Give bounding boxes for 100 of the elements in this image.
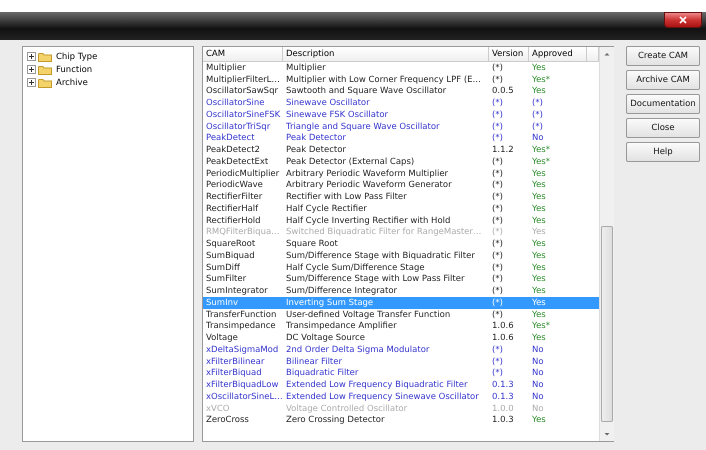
close-icon xyxy=(679,16,687,24)
table-cell-text: Peak Detector xyxy=(285,145,347,156)
table-cell-text: (*) xyxy=(491,110,504,120)
table-cell-text: SumBiquad xyxy=(205,250,256,261)
table-cell-text: (*) xyxy=(531,110,544,120)
table-row[interactable]: Multiplier Multiplier (*) Yes xyxy=(203,62,599,74)
dialog-button[interactable]: Create CAM xyxy=(626,46,700,66)
table-cell-text: Half Cycle Inverting Rectifier with Hold xyxy=(285,216,452,226)
table-row[interactable]: RectifierHold Half Cycle Inverting Rectifier with Hold (*) Yes xyxy=(203,214,599,226)
scrollbar[interactable] xyxy=(599,47,614,441)
table-row[interactable]: OscillatorSine Sinewave Oscillator (*) (*) xyxy=(203,97,599,109)
table-cell-text: No xyxy=(531,344,545,355)
table-cell-text: Yes xyxy=(531,62,547,73)
table-cell-text: Extended Low Frequency Biquadratic Filter xyxy=(285,380,469,390)
table-cell-text: Yes xyxy=(531,310,547,320)
table-row[interactable]: xFilterBiquadLow Extended Low Frequency Biquadratic Filter 0.1.3 No xyxy=(203,379,599,391)
table-cell-text: Rectifier with Low Pass Filter xyxy=(285,192,408,202)
dialog-button[interactable]: Close xyxy=(626,118,700,138)
table-cell-text: (*) xyxy=(491,274,504,284)
dialog-button[interactable]: Help xyxy=(626,142,700,162)
table-row[interactable]: SumBiquad Sum/Difference Stage with Biquadratic Filter (*) Yes xyxy=(203,250,599,262)
table-cell-text: (*) xyxy=(491,122,504,132)
expand-icon[interactable] xyxy=(27,78,36,87)
table-cell-text: (*) xyxy=(491,98,504,108)
table-cell-text: (*) xyxy=(491,74,504,85)
table-row[interactable]: PeriodicMultiplier Arbitrary Periodic Waveform Multiplier (*) Yes xyxy=(203,168,599,180)
table-row[interactable]: Voltage DC Voltage Source 1.0.6 Yes xyxy=(203,332,599,344)
table-cell-text: Yes xyxy=(531,180,547,190)
table-cell-text: Square Root xyxy=(285,239,339,250)
table-cell-text: (*) xyxy=(491,62,504,73)
column-header[interactable]: CAM xyxy=(203,47,283,61)
table-row[interactable]: ZeroCross Zero Crossing Detector 1.0.3 Yes xyxy=(203,414,599,426)
table-cell-text: (*) xyxy=(491,344,504,355)
table-cell-text: (*) xyxy=(491,180,504,190)
table-cell-text: Yes* xyxy=(531,321,551,332)
table-cell-text: No xyxy=(531,380,545,390)
table-row[interactable]: PeakDetectExt Peak Detector (External Caps) (*) Yes* xyxy=(203,156,599,168)
table-cell-text: Multiplier with Low Corner Frequency LPF (E… xyxy=(285,74,482,85)
column-header[interactable]: Approved xyxy=(529,47,587,61)
table-cell-text: Yes xyxy=(531,216,547,226)
table-row[interactable]: SumIntegrator Sum/Difference Integrator (*) Yes xyxy=(203,285,599,297)
column-header[interactable]: Version xyxy=(489,47,529,61)
scroll-thumb[interactable] xyxy=(601,226,613,422)
table-cell-text: Sinewave FSK Oscillator xyxy=(285,110,390,120)
tree-item[interactable]: Archive xyxy=(54,78,88,88)
dialog-button[interactable]: Documentation xyxy=(626,94,700,114)
table-cell-text: 1.1.2 xyxy=(491,145,515,156)
table-cell-text: SumFilter xyxy=(205,274,248,284)
table-row[interactable]: SumFilter Sum/Difference Stage with Low Pass Filter (*) Yes xyxy=(203,274,599,286)
table-row[interactable]: SquareRoot Square Root (*) Yes xyxy=(203,238,599,250)
table-row[interactable]: xFilterBiquad Biquadratic Filter (*) No xyxy=(203,368,599,380)
table-row[interactable]: xOscillatorSineL… Extended Low Frequency Sinewave Oscillator 0.1.3 No xyxy=(203,391,599,403)
table-cell-text: Yes xyxy=(531,274,547,284)
table-cell-text: Yes xyxy=(531,204,547,214)
table-row[interactable]: PeakDetect Peak Detector (*) No xyxy=(203,132,599,144)
table-cell-text: xFilterBiquadLow xyxy=(205,380,280,390)
table-row[interactable]: RectifierHalf Half Cycle Rectifier (*) Yes xyxy=(203,203,599,215)
table-row[interactable]: xDeltaSigmaMod 2nd Order Delta Sigma Modulator (*) No xyxy=(203,344,599,356)
folder-icon xyxy=(38,78,52,88)
table-cell-text: PeakDetect2 xyxy=(205,145,261,156)
table-cell-text: Voltage xyxy=(205,333,239,344)
table-row[interactable]: TransferFunction User-defined Voltage Transfer Function (*) Yes xyxy=(203,308,599,320)
table-cell-text: xVCO xyxy=(205,404,230,414)
table-cell-text: OscillatorSawSqr xyxy=(205,86,279,96)
tree-item[interactable]: Function xyxy=(54,64,92,74)
table-row[interactable]: SumDiff Half Cycle Sum/Difference Stage (*) Yes xyxy=(203,262,599,274)
table-row[interactable]: RectifierFilter Rectifier with Low Pass Filter (*) Yes xyxy=(203,191,599,203)
expand-icon[interactable] xyxy=(27,52,36,61)
table-row[interactable]: OscillatorTriSqr Triangle and Square Wave Oscillator (*) (*) xyxy=(203,120,599,132)
table-cell-text: Yes xyxy=(531,333,547,344)
folder-icon xyxy=(38,64,52,74)
table-cell-text: Switched Biquadratic Filter for RangeMaster… xyxy=(285,227,482,238)
table-cell-text: PeakDetect xyxy=(205,133,256,144)
table-row[interactable]: PeakDetect2 Peak Detector 1.1.2 Yes* xyxy=(203,144,599,156)
table-cell-text: Yes xyxy=(531,286,547,296)
table-cell-text: Half Cycle Sum/Difference Stage xyxy=(285,262,426,273)
table-cell-text: Peak Detector (External Caps) xyxy=(285,156,416,167)
table-cell-text: Arbitrary Periodic Waveform Generator xyxy=(285,180,453,190)
table-cell-text: No xyxy=(531,133,545,144)
tree-item[interactable]: Chip Type xyxy=(54,52,98,62)
expand-icon[interactable] xyxy=(27,65,36,74)
table-row[interactable]: PeriodicWave Arbitrary Periodic Waveform Generator (*) Yes xyxy=(203,180,599,192)
table-row[interactable]: MultiplierFilterL… Multiplier with Low Corner Frequency LPF (E… (*) Yes* xyxy=(203,74,599,86)
table-cell-text: Yes xyxy=(531,415,547,426)
folder-icon xyxy=(38,52,52,62)
column-header[interactable]: Description xyxy=(283,47,489,61)
table-cell-text: OscillatorSineFSK xyxy=(205,110,282,120)
table-row[interactable]: Transimpedance Transimpedance Amplifier 1.0.6 Yes* xyxy=(203,320,599,332)
table-cell-text: No xyxy=(531,368,545,378)
table-cell-text: (*) xyxy=(491,216,504,226)
close-button[interactable] xyxy=(664,12,702,28)
table-row[interactable]: OscillatorSineFSK Sinewave FSK Oscillator (*) (*) xyxy=(203,109,599,121)
table-cell-text: MultiplierFilterL… xyxy=(205,74,281,85)
table-row[interactable]: xFilterBilinear Bilinear Filter (*) No xyxy=(203,356,599,368)
dialog-button[interactable]: Archive CAM xyxy=(626,70,700,90)
table-cell-text: RectifierFilter xyxy=(205,192,264,202)
table-cell-text: Biquadratic Filter xyxy=(285,368,360,378)
table-row[interactable]: OscillatorSawSqr Sawtooth and Square Wave Oscillator 0.0.5 Yes xyxy=(203,86,599,98)
table-cell-text: Yes xyxy=(531,86,547,96)
table-cell-text: (*) xyxy=(491,192,504,202)
